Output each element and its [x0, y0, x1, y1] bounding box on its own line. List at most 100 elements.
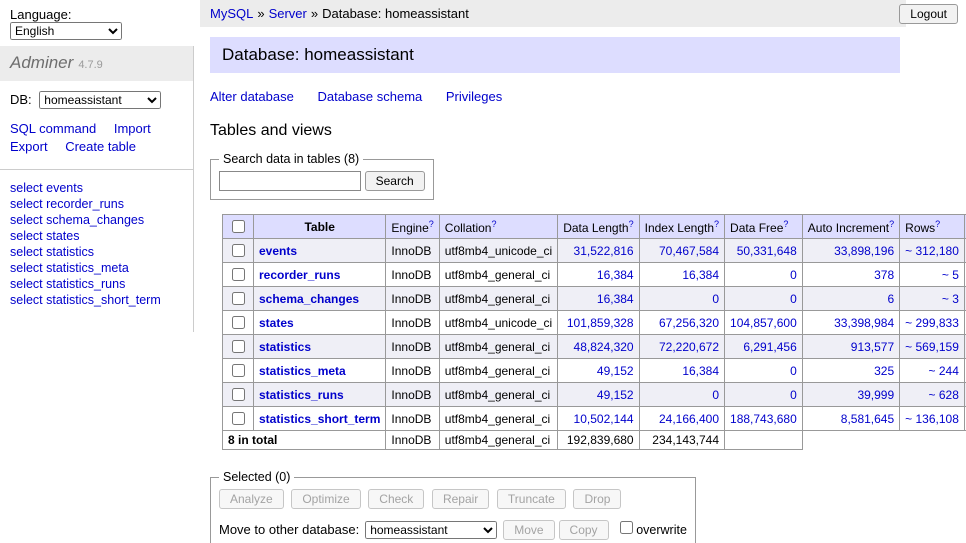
select-all-checkbox[interactable]	[232, 220, 245, 233]
table-link-statistics-meta[interactable]: statistics_meta	[259, 364, 346, 378]
cell-index-length[interactable]: 0	[712, 388, 719, 402]
total-engine: InnoDB	[386, 431, 439, 450]
sidebar-link-create-table[interactable]: Create table	[65, 139, 136, 154]
cell-auto-increment[interactable]: 913,577	[851, 340, 894, 354]
cell-index-length[interactable]: 24,166,400	[659, 412, 719, 426]
help-link[interactable]: ?	[629, 219, 634, 229]
breadcrumb-server[interactable]: Server	[269, 6, 307, 21]
cell-data-length[interactable]: 101,859,328	[567, 316, 634, 330]
help-link[interactable]: ?	[429, 219, 434, 229]
sidebar-link-import[interactable]: Import	[114, 121, 151, 136]
cell-rows[interactable]: ~ 136,108	[905, 412, 959, 426]
cell-data-free[interactable]: 188,743,680	[730, 412, 797, 426]
sidebar-link-sql-command[interactable]: SQL command	[10, 121, 96, 136]
language-select[interactable]: English	[10, 22, 122, 40]
cell-data-length[interactable]: 48,824,320	[574, 340, 634, 354]
database-schema-link[interactable]: Database schema	[317, 89, 422, 104]
cell-data-free[interactable]: 0	[790, 292, 797, 306]
cell-data-length[interactable]: 49,152	[597, 388, 634, 402]
row-checkbox-statistics-short-term[interactable]	[232, 412, 245, 425]
help-link[interactable]: ?	[935, 219, 940, 229]
drop-button[interactable]: Drop	[573, 489, 621, 509]
table-link-statistics[interactable]: statistics	[259, 340, 311, 354]
cell-data-free[interactable]: 0	[790, 268, 797, 282]
cell-auto-increment[interactable]: 33,398,984	[834, 316, 894, 330]
brand-link[interactable]: Adminer	[10, 53, 73, 72]
sidebar-link-export[interactable]: Export	[10, 139, 48, 154]
table-link-statistics-runs[interactable]: statistics_runs	[259, 388, 344, 402]
alter-database-link[interactable]: Alter database	[210, 89, 294, 104]
cell-auto-increment[interactable]: 6	[887, 292, 894, 306]
table-link-schema-changes[interactable]: schema_changes	[259, 292, 359, 306]
row-checkbox-schema-changes[interactable]	[232, 292, 245, 305]
cell-auto-increment[interactable]: 325	[874, 364, 894, 378]
table-row: events InnoDB utf8mb4_unicode_ci 31,522,…	[223, 239, 966, 263]
row-checkbox-states[interactable]	[232, 316, 245, 329]
sidebar-item-select-statistics-runs[interactable]: select statistics_runs	[10, 276, 183, 292]
table-link-states[interactable]: states	[259, 316, 294, 330]
sidebar-item-select-statistics-short-term[interactable]: select statistics_short_term	[10, 292, 183, 308]
sidebar-item-select-states[interactable]: select states	[10, 228, 183, 244]
cell-data-length[interactable]: 49,152	[597, 364, 634, 378]
cell-data-free[interactable]: 50,331,648	[737, 244, 797, 258]
cell-data-free[interactable]: 0	[790, 364, 797, 378]
table-link-recorder-runs[interactable]: recorder_runs	[259, 268, 340, 282]
db-select[interactable]: homeassistant	[39, 91, 161, 109]
cell-rows[interactable]: ~ 312,180	[905, 244, 959, 258]
copy-button[interactable]: Copy	[559, 520, 609, 540]
cell-auto-increment[interactable]: 33,898,196	[834, 244, 894, 258]
truncate-button[interactable]: Truncate	[497, 489, 566, 509]
check-button[interactable]: Check	[368, 489, 424, 509]
cell-index-length[interactable]: 70,467,584	[659, 244, 719, 258]
privileges-link[interactable]: Privileges	[446, 89, 502, 104]
cell-auto-increment[interactable]: 8,581,645	[841, 412, 894, 426]
cell-index-length[interactable]: 16,384	[682, 364, 719, 378]
table-link-statistics-short-term[interactable]: statistics_short_term	[259, 412, 380, 426]
cell-rows[interactable]: ~ 5	[942, 268, 959, 282]
cell-index-length[interactable]: 16,384	[682, 268, 719, 282]
row-checkbox-recorder-runs[interactable]	[232, 268, 245, 281]
sidebar-item-select-events[interactable]: select events	[10, 180, 183, 196]
help-link[interactable]: ?	[889, 219, 894, 229]
cell-rows[interactable]: ~ 299,833	[905, 316, 959, 330]
cell-data-length[interactable]: 16,384	[597, 292, 634, 306]
cell-data-free[interactable]: 104,857,600	[730, 316, 797, 330]
row-checkbox-statistics-meta[interactable]	[232, 364, 245, 377]
breadcrumb-mysql[interactable]: MySQL	[210, 6, 253, 21]
cell-index-length[interactable]: 72,220,672	[659, 340, 719, 354]
overwrite-checkbox[interactable]	[620, 521, 633, 534]
cell-rows[interactable]: ~ 3	[942, 292, 959, 306]
sidebar-item-select-recorder-runs[interactable]: select recorder_runs	[10, 196, 183, 212]
cell-data-length[interactable]: 10,502,144	[574, 412, 634, 426]
cell-collation: utf8mb4_unicode_ci	[439, 311, 557, 335]
cell-auto-increment[interactable]: 39,999	[857, 388, 894, 402]
cell-auto-increment[interactable]: 378	[874, 268, 894, 282]
search-button[interactable]: Search	[365, 171, 425, 191]
analyze-button[interactable]: Analyze	[219, 489, 284, 509]
repair-button[interactable]: Repair	[432, 489, 489, 509]
cell-data-free[interactable]: 6,291,456	[743, 340, 796, 354]
cell-rows[interactable]: ~ 569,159	[905, 340, 959, 354]
cell-index-length[interactable]: 67,256,320	[659, 316, 719, 330]
row-checkbox-events[interactable]	[232, 244, 245, 257]
cell-data-length[interactable]: 16,384	[597, 268, 634, 282]
logout-button[interactable]: Logout	[899, 4, 958, 24]
move-database-select[interactable]: homeassistant	[365, 521, 497, 539]
cell-data-free[interactable]: 0	[790, 388, 797, 402]
help-link[interactable]: ?	[714, 219, 719, 229]
move-button[interactable]: Move	[503, 520, 554, 540]
row-checkbox-statistics-runs[interactable]	[232, 388, 245, 401]
optimize-button[interactable]: Optimize	[291, 489, 360, 509]
table-link-events[interactable]: events	[259, 244, 297, 258]
search-input[interactable]	[219, 171, 361, 191]
sidebar-item-select-statistics-meta[interactable]: select statistics_meta	[10, 260, 183, 276]
help-link[interactable]: ?	[491, 219, 496, 229]
cell-data-length[interactable]: 31,522,816	[574, 244, 634, 258]
cell-rows[interactable]: ~ 244	[929, 364, 959, 378]
sidebar-item-select-schema-changes[interactable]: select schema_changes	[10, 212, 183, 228]
row-checkbox-statistics[interactable]	[232, 340, 245, 353]
cell-index-length[interactable]: 0	[712, 292, 719, 306]
cell-rows[interactable]: ~ 628	[929, 388, 959, 402]
help-link[interactable]: ?	[783, 219, 788, 229]
sidebar-item-select-statistics[interactable]: select statistics	[10, 244, 183, 260]
